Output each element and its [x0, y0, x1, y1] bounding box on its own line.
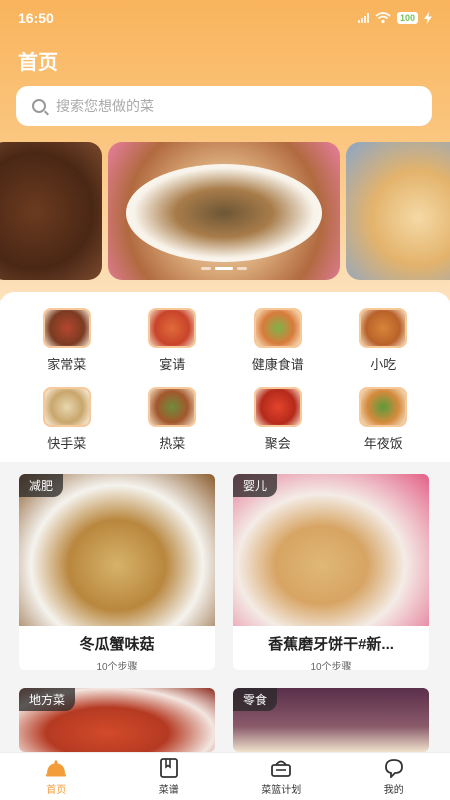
category-item[interactable]: 家常菜: [14, 308, 120, 373]
category-image: [253, 387, 302, 427]
category-label: 家常菜: [47, 357, 87, 372]
category-image: [359, 308, 408, 348]
recipe-card[interactable]: 婴儿 香蕉磨牙饼干#新... 10个步骤: [233, 474, 429, 670]
recipe-image: 减肥: [19, 474, 215, 626]
tab-label: 首页: [46, 784, 67, 796]
category-image: [42, 308, 91, 348]
tab-basket-plan[interactable]: 菜篮计划: [225, 753, 338, 800]
category-image: [42, 387, 91, 427]
category-item[interactable]: 聚会: [225, 387, 331, 452]
category-label: 宴请: [159, 357, 186, 372]
book-icon: [159, 757, 178, 778]
recipe-steps: 10个步骤: [96, 662, 138, 670]
category-item[interactable]: 热菜: [120, 387, 226, 452]
category-label: 快手菜: [47, 436, 87, 451]
category-image: [253, 308, 302, 348]
recipe-title: 香蕉磨牙饼干#新...: [268, 636, 394, 653]
recipe-card[interactable]: 减肥 冬瓜蟹味菇 10个步骤: [19, 474, 215, 670]
category-panel: 家常菜 宴请 健康食谱 小吃 快手菜 热菜 聚会 年夜饭: [0, 292, 450, 462]
bottom-tab-bar: 首页 菜谱 菜篮计划 我的: [0, 752, 450, 800]
page-title: 首页: [18, 52, 58, 74]
category-image: [359, 387, 408, 427]
category-label: 年夜饭: [363, 436, 403, 451]
recipe-card[interactable]: 零食: [233, 688, 429, 752]
status-icons: 100: [357, 12, 432, 24]
tab-recipes[interactable]: 菜谱: [113, 753, 226, 800]
tab-home[interactable]: 首页: [0, 753, 113, 800]
category-label: 小吃: [370, 357, 397, 372]
banner-slide-prev[interactable]: [0, 142, 102, 280]
category-image: [148, 308, 197, 348]
recipe-title: 冬瓜蟹味菇: [79, 636, 155, 653]
banner-food-image: [126, 164, 322, 262]
tab-label: 我的: [383, 784, 404, 796]
status-bar: 16:50 100: [0, 0, 450, 36]
banner-slide-next[interactable]: [346, 142, 450, 280]
profile-icon: [384, 758, 403, 778]
basket-icon: [271, 760, 292, 777]
search-icon: [32, 99, 46, 113]
category-item[interactable]: 健康食谱: [225, 308, 331, 373]
banner-slide-main[interactable]: [108, 142, 340, 280]
category-label: 热菜: [159, 436, 186, 451]
recipe-tag: 减肥: [19, 474, 64, 497]
tab-label: 菜谱: [158, 784, 179, 796]
search-placeholder: 搜索您想做的菜: [56, 98, 154, 114]
recipe-steps: 10个步骤: [310, 662, 352, 670]
recipe-image: 零食: [233, 688, 429, 752]
charging-icon: [424, 12, 432, 24]
category-item[interactable]: 小吃: [331, 308, 437, 373]
tab-profile[interactable]: 我的: [338, 753, 450, 800]
category-label: 聚会: [264, 436, 291, 451]
banner-indicator: [108, 267, 340, 270]
category-item[interactable]: 年夜饭: [331, 387, 437, 452]
search-input[interactable]: 搜索您想做的菜: [16, 86, 432, 126]
status-time: 16:50: [18, 10, 54, 26]
recipe-tag: 地方菜: [19, 688, 76, 711]
recipe-tag: 零食: [233, 688, 278, 711]
recipe-image: 地方菜: [19, 688, 215, 752]
recipe-image: 婴儿: [233, 474, 429, 626]
tab-label: 菜篮计划: [261, 784, 302, 796]
recipe-tag: 婴儿: [233, 474, 278, 497]
home-icon: [46, 759, 67, 776]
category-item[interactable]: 快手菜: [14, 387, 120, 452]
signal-icon: [357, 13, 369, 23]
wifi-icon: [375, 12, 391, 24]
recipe-card[interactable]: 地方菜: [19, 688, 215, 752]
category-label: 健康食谱: [251, 357, 304, 372]
category-image: [148, 387, 197, 427]
battery-icon: 100: [396, 12, 418, 24]
category-item[interactable]: 宴请: [120, 308, 226, 373]
